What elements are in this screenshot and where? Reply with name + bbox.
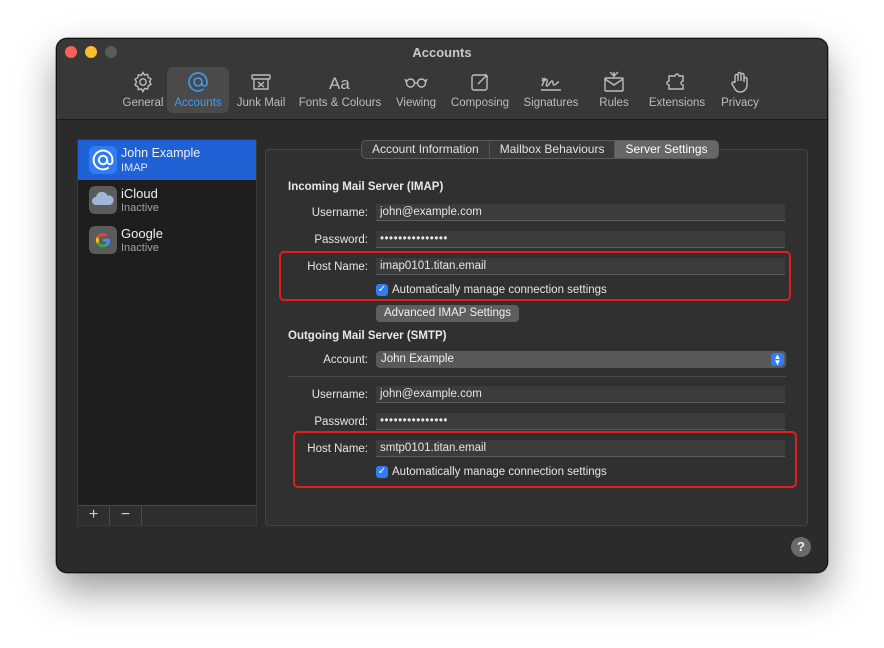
outgoing-account-label: Account: xyxy=(323,354,368,366)
toolbar-rules[interactable]: Rules xyxy=(587,67,641,113)
junk-mail-icon xyxy=(251,74,271,90)
at-icon xyxy=(188,72,208,92)
svg-text:Aa: Aa xyxy=(329,74,350,93)
incoming-username-label: Username: xyxy=(311,207,368,219)
account-row-icloud[interactable]: iCloud Inactive xyxy=(78,180,256,220)
toolbar-accounts[interactable]: Accounts xyxy=(167,67,229,113)
tab-mailbox-behaviours[interactable]: Mailbox Behaviours xyxy=(490,141,616,158)
outgoing-section-title: Outgoing Mail Server (SMTP) xyxy=(288,330,447,342)
gear-icon xyxy=(134,71,152,93)
help-button[interactable]: ? xyxy=(791,537,811,557)
account-row-google[interactable]: Google Inactive xyxy=(78,220,256,260)
at-icon xyxy=(89,146,117,174)
chevron-updown-icon: ▲ ▼ xyxy=(771,353,784,367)
google-icon xyxy=(89,226,117,254)
rules-icon xyxy=(604,71,624,92)
incoming-section-title: Incoming Mail Server (IMAP) xyxy=(288,181,444,193)
title-bar: Accounts General Accounts Junk Mail Aa F… xyxy=(57,39,827,120)
toolbar-privacy[interactable]: Privacy xyxy=(713,67,767,113)
toolbar-composing[interactable]: Composing xyxy=(445,67,515,113)
outgoing-username-field[interactable]: john@example.com xyxy=(376,386,785,403)
incoming-highlight-box xyxy=(279,251,791,301)
remove-account-button[interactable]: − xyxy=(110,506,142,525)
compose-icon xyxy=(471,73,489,91)
outgoing-account-select[interactable]: John Example ▲ ▼ xyxy=(376,351,786,368)
preferences-toolbar: General Accounts Junk Mail Aa Fonts & Co… xyxy=(119,67,767,113)
toolbar-signatures[interactable]: Signatures xyxy=(515,67,587,113)
signature-icon xyxy=(541,77,561,91)
toolbar-viewing[interactable]: Viewing xyxy=(387,67,445,113)
toolbar-extensions[interactable]: Extensions xyxy=(641,67,713,113)
tab-server-settings[interactable]: Server Settings xyxy=(615,141,718,158)
puzzle-icon xyxy=(666,73,684,90)
tab-account-information[interactable]: Account Information xyxy=(362,141,490,158)
incoming-username-field[interactable]: john@example.com xyxy=(376,204,785,221)
outgoing-username-label: Username: xyxy=(311,389,368,401)
accounts-window: Accounts General Accounts Junk Mail Aa F… xyxy=(56,38,828,573)
sidebar-bottom-bar: + − xyxy=(78,505,256,525)
outgoing-password-field[interactable]: ••••••••••••••• xyxy=(376,413,785,430)
add-account-button[interactable]: + xyxy=(78,506,110,525)
outgoing-highlight-box xyxy=(293,431,797,488)
hand-icon xyxy=(731,71,748,93)
toolbar-general[interactable]: General xyxy=(119,67,167,113)
icloud-icon xyxy=(89,186,117,214)
toolbar-junk-mail[interactable]: Junk Mail xyxy=(229,67,293,113)
incoming-password-field[interactable]: ••••••••••••••• xyxy=(376,231,785,248)
glasses-icon xyxy=(404,78,428,88)
toolbar-fonts-colours[interactable]: Aa Fonts & Colours xyxy=(293,67,387,113)
account-row-john-example[interactable]: John Example IMAP xyxy=(78,140,256,180)
incoming-password-label: Password: xyxy=(314,234,368,246)
fonts-icon: Aa xyxy=(329,74,350,93)
section-divider xyxy=(288,376,786,377)
settings-tabs: Account Information Mailbox Behaviours S… xyxy=(361,140,719,159)
window-title: Accounts xyxy=(412,45,472,60)
accounts-sidebar: John Example IMAP iCloud Inactive Google… xyxy=(77,139,257,526)
advanced-imap-settings-button[interactable]: Advanced IMAP Settings xyxy=(376,305,519,322)
outgoing-password-label: Password: xyxy=(314,416,368,428)
